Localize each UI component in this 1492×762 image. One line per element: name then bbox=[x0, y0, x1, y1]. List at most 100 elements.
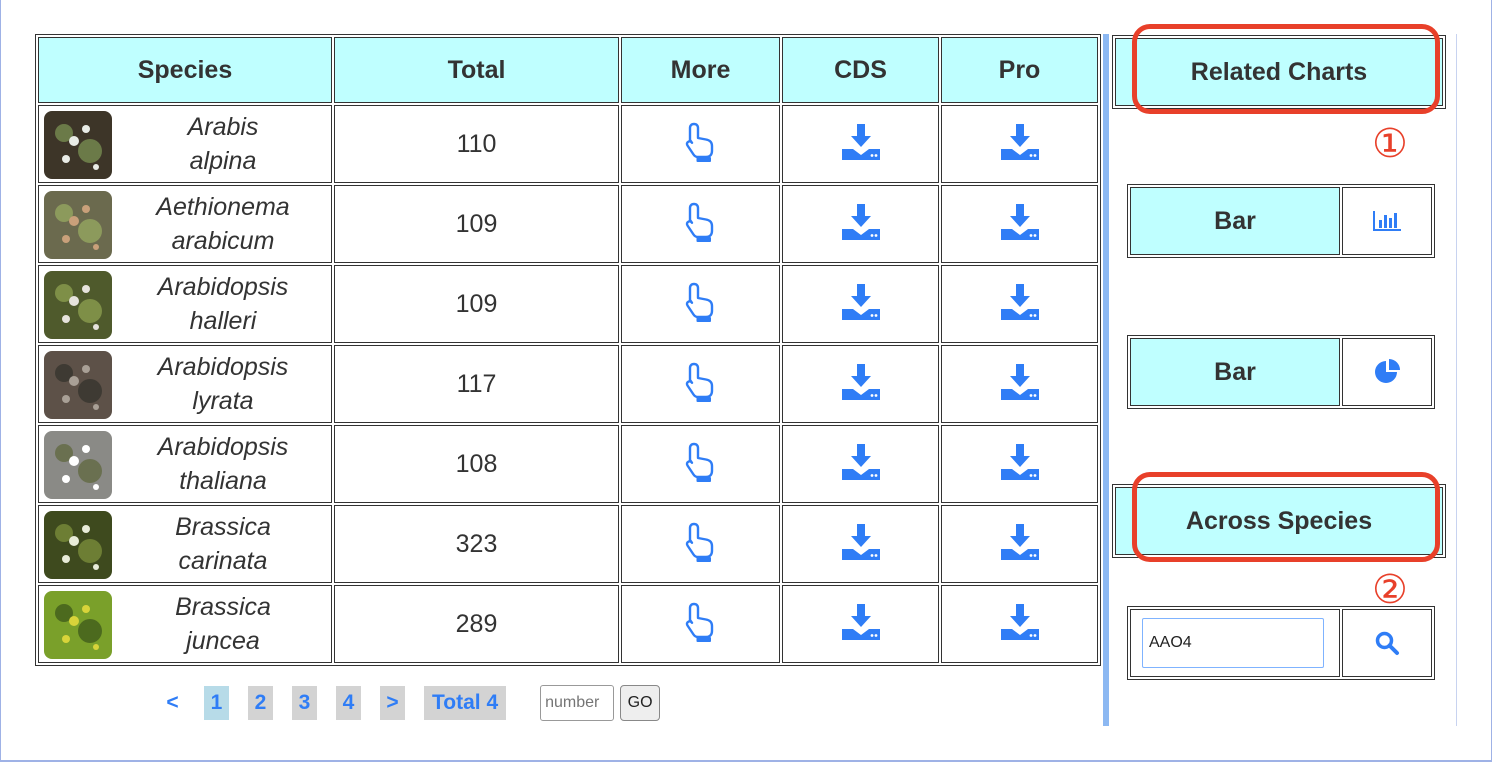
total-cell: 108 bbox=[334, 425, 619, 503]
pro-cell bbox=[941, 345, 1098, 423]
search-button[interactable] bbox=[1342, 609, 1432, 677]
total-cell: 109 bbox=[334, 185, 619, 263]
page-number-input[interactable] bbox=[540, 685, 615, 721]
more-cell bbox=[621, 185, 780, 263]
page-link-4[interactable]: 4 bbox=[336, 686, 361, 720]
more-cell bbox=[621, 105, 780, 183]
annotation-number-2: ② bbox=[1372, 567, 1408, 613]
species-cell: Arabidopsis lyrata bbox=[38, 345, 332, 423]
pro-cell bbox=[941, 425, 1098, 503]
across-species-header: Across Species bbox=[1112, 484, 1446, 558]
species-thumbnail bbox=[44, 191, 112, 259]
page-link-1[interactable]: 1 bbox=[204, 686, 229, 720]
header-total: Total bbox=[334, 37, 619, 103]
search-icon bbox=[1375, 631, 1399, 655]
pro-download-icon[interactable] bbox=[1000, 203, 1040, 246]
cds-cell bbox=[782, 505, 939, 583]
pointing-hand-icon[interactable] bbox=[681, 361, 721, 408]
pro-cell bbox=[941, 185, 1098, 263]
pro-download-icon[interactable] bbox=[1000, 363, 1040, 406]
more-cell bbox=[621, 265, 780, 343]
total-value: 289 bbox=[455, 609, 498, 638]
species-cell: Arabidopsis thaliana bbox=[38, 425, 332, 503]
pro-download-icon[interactable] bbox=[1000, 283, 1040, 326]
header-pro: Pro bbox=[941, 37, 1098, 103]
species-cell: Arabis alpina bbox=[38, 105, 332, 183]
more-cell bbox=[621, 425, 780, 503]
species-genus: Brassica bbox=[175, 593, 271, 621]
pro-download-icon[interactable] bbox=[1000, 523, 1040, 566]
cds-download-icon[interactable] bbox=[841, 203, 881, 246]
search-field-wrap bbox=[1130, 609, 1340, 677]
table-row: Arabis alpina 110 bbox=[38, 105, 1098, 183]
species-cell: Arabidopsis halleri bbox=[38, 265, 332, 343]
species-genus: Arabis bbox=[187, 113, 259, 141]
species-thumbnail bbox=[44, 271, 112, 339]
species-name: Arabidopsis thaliana bbox=[119, 426, 327, 502]
prev-page-link[interactable]: < bbox=[160, 686, 185, 720]
pro-download-icon[interactable] bbox=[1000, 123, 1040, 166]
species-cell: Brassica carinata bbox=[38, 505, 332, 583]
table-row: Arabidopsis thaliana 108 bbox=[38, 425, 1098, 503]
table-row: Brassica juncea 289 bbox=[38, 585, 1098, 663]
page-link-2[interactable]: 2 bbox=[248, 686, 273, 720]
chart-row-pie: Bar bbox=[1127, 335, 1435, 409]
species-thumbnail bbox=[44, 511, 112, 579]
table-header-row: Species Total More CDS Pro bbox=[38, 37, 1098, 103]
pointing-hand-icon[interactable] bbox=[681, 281, 721, 328]
species-name: Arabidopsis halleri bbox=[119, 266, 327, 342]
total-value: 109 bbox=[455, 209, 498, 238]
pointing-hand-icon[interactable] bbox=[681, 121, 721, 168]
across-species-title: Across Species bbox=[1115, 487, 1443, 555]
total-value: 323 bbox=[455, 529, 498, 558]
species-genus: Arabidopsis bbox=[157, 433, 289, 461]
more-cell bbox=[621, 585, 780, 663]
cds-download-icon[interactable] bbox=[841, 523, 881, 566]
pro-cell bbox=[941, 105, 1098, 183]
pie-chart-button[interactable]: Bar bbox=[1130, 338, 1340, 406]
total-cell: 323 bbox=[334, 505, 619, 583]
species-thumbnail bbox=[44, 111, 112, 179]
pointing-hand-icon[interactable] bbox=[681, 201, 721, 248]
species-epithet: carinata bbox=[178, 547, 268, 575]
species-cell: Brassica juncea bbox=[38, 585, 332, 663]
pointing-hand-icon[interactable] bbox=[681, 441, 721, 488]
cds-download-icon[interactable] bbox=[841, 603, 881, 646]
page-link-3[interactable]: 3 bbox=[292, 686, 317, 720]
related-charts-title: Related Charts bbox=[1115, 38, 1443, 106]
cds-download-icon[interactable] bbox=[841, 283, 881, 326]
header-more: More bbox=[621, 37, 780, 103]
species-genus: Arabidopsis bbox=[157, 273, 289, 301]
pointing-hand-icon[interactable] bbox=[681, 521, 721, 568]
species-cell: Aethionema arabicum bbox=[38, 185, 332, 263]
species-name: Arabis alpina bbox=[119, 106, 327, 182]
cds-cell bbox=[782, 425, 939, 503]
pointing-hand-icon[interactable] bbox=[681, 601, 721, 648]
total-value: 110 bbox=[456, 129, 497, 158]
bar-chart-button[interactable]: Bar bbox=[1130, 187, 1340, 255]
table-row: Arabidopsis lyrata 117 bbox=[38, 345, 1098, 423]
pro-cell bbox=[941, 505, 1098, 583]
table-row: Brassica carinata 323 bbox=[38, 505, 1098, 583]
total-value: 109 bbox=[455, 289, 498, 318]
cds-download-icon[interactable] bbox=[841, 123, 881, 166]
go-button[interactable]: GO bbox=[620, 685, 661, 721]
species-thumbnail bbox=[44, 431, 112, 499]
cds-cell bbox=[782, 105, 939, 183]
pie-chart-icon-button[interactable] bbox=[1342, 338, 1432, 406]
pro-download-icon[interactable] bbox=[1000, 443, 1040, 486]
cds-download-icon[interactable] bbox=[841, 443, 881, 486]
species-name: Brassica juncea bbox=[119, 586, 327, 662]
bar-chart-icon-button[interactable] bbox=[1342, 187, 1432, 255]
cds-download-icon[interactable] bbox=[841, 363, 881, 406]
total-cell: 109 bbox=[334, 265, 619, 343]
table-row: Aethionema arabicum 109 bbox=[38, 185, 1098, 263]
species-genus: Brassica bbox=[175, 513, 271, 541]
gene-search-input[interactable] bbox=[1142, 618, 1324, 668]
related-charts-header: Related Charts bbox=[1112, 35, 1446, 109]
pie-chart-icon bbox=[1375, 359, 1400, 383]
next-page-link[interactable]: > bbox=[380, 686, 405, 720]
pro-cell bbox=[941, 585, 1098, 663]
pro-download-icon[interactable] bbox=[1000, 603, 1040, 646]
annotation-number-1: ① bbox=[1372, 121, 1408, 167]
